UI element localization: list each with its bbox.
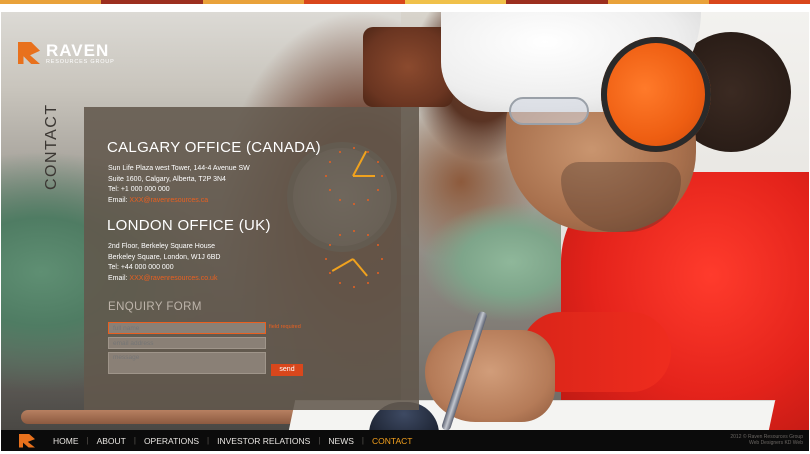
clock-tick	[367, 282, 369, 285]
clock-tick	[339, 150, 341, 153]
stripe-segment	[202, 0, 304, 4]
valve-image	[363, 27, 453, 107]
clock-minute-hand	[353, 175, 375, 177]
nav-item-investor-relations[interactable]: INVESTOR RELATIONS	[209, 436, 318, 446]
bottom-navigation: HOME | ABOUT | OPERATIONS | INVESTOR RELATIONS…	[1, 430, 809, 451]
stripe-segment	[101, 0, 203, 4]
clock-tick	[339, 282, 341, 285]
required-field-note: field required	[269, 324, 301, 330]
logo-subtitle: RESOURCES GROUP	[46, 59, 115, 65]
clock-tick	[328, 161, 331, 163]
clock-tick	[377, 244, 380, 246]
london-email-row: Email: XXX@ravenresources.co.uk	[108, 274, 220, 285]
stripe-segment	[607, 0, 709, 4]
calgary-tel: Tel: +1 000 000 000	[108, 186, 170, 194]
raven-logo-icon	[18, 42, 40, 64]
london-office-title: LONDON OFFICE (UK)	[107, 217, 271, 234]
clock-tick	[367, 199, 369, 202]
stripe-segment	[506, 0, 608, 4]
calgary-email-label: Email:	[108, 196, 128, 204]
clock-minute-hand	[352, 258, 368, 277]
clock-tick	[325, 175, 327, 177]
clock-tick	[377, 161, 380, 163]
clock-tick	[328, 244, 331, 246]
nav-item-contact[interactable]: CONTACT	[364, 436, 420, 446]
top-color-stripe	[0, 0, 810, 4]
clock-tick	[381, 258, 383, 260]
clock-tick	[339, 233, 341, 236]
london-email-label: Email:	[108, 274, 128, 282]
email-address-input[interactable]	[108, 337, 266, 349]
london-clock-icon	[322, 227, 386, 291]
footer-credit: 2012 © Raven Resources Group Web Designe…	[730, 434, 803, 446]
full-name-input[interactable]	[108, 322, 266, 334]
nav-item-about[interactable]: ABOUT	[89, 436, 134, 446]
clock-tick	[377, 189, 380, 191]
clock-tick	[353, 286, 355, 288]
stripe-segment	[0, 0, 102, 4]
clock-tick	[353, 230, 355, 232]
calgary-office-title: CALGARY OFFICE (CANADA)	[107, 139, 321, 156]
nav-menu: HOME | ABOUT | OPERATIONS | INVESTOR RELATIONS…	[45, 436, 420, 446]
send-button[interactable]: send	[271, 364, 303, 376]
clock-tick	[353, 203, 355, 205]
calgary-address-line2: Suite 1600, Calgary, Alberta, T2P 3N4	[108, 175, 226, 183]
worker-hand	[425, 330, 555, 422]
nav-item-news[interactable]: NEWS	[320, 436, 362, 446]
calgary-office-details: Sun Life Plaza west Tower, 144-4 Avenue …	[108, 164, 250, 206]
clock-tick	[381, 175, 383, 177]
calgary-email-link[interactable]: XXX@ravenresources.ca	[129, 197, 208, 204]
london-address-line1: 2nd Floor, Berkeley Square House	[108, 243, 216, 250]
london-tel: Tel: +44 000 000 000	[108, 264, 174, 272]
stripe-segment	[708, 0, 810, 4]
hero-frame: RAVEN RESOURCES GROUP CONTACT CALGARY OF…	[1, 12, 809, 430]
raven-logo-icon[interactable]	[19, 434, 35, 448]
contact-panel: CALGARY OFFICE (CANADA) Sun Life Plaza w…	[84, 107, 419, 410]
clock-tick	[353, 147, 355, 149]
london-email-link[interactable]: XXX@ravenresources.co.uk	[129, 275, 217, 282]
pipe-image	[21, 410, 321, 424]
calgary-clock-icon	[322, 144, 386, 208]
calgary-email-row: Email: XXX@ravenresources.ca	[108, 196, 250, 207]
contact-vertical-heading: CONTACT	[43, 103, 60, 190]
clock-tick	[367, 150, 369, 153]
nav-item-home[interactable]: HOME	[45, 436, 87, 446]
logo[interactable]: RAVEN RESOURCES GROUP	[18, 42, 115, 66]
clock-tick	[339, 199, 341, 202]
london-address-line2: Berkeley Square, London, W1J 6BD	[108, 253, 221, 261]
stripe-segment	[405, 0, 507, 4]
safety-glasses-image	[509, 97, 589, 125]
logo-text: RAVEN RESOURCES GROUP	[46, 42, 115, 66]
clock-hour-hand	[331, 258, 354, 272]
message-textarea[interactable]	[108, 352, 266, 374]
clock-tick	[328, 272, 331, 274]
clock-tick	[377, 272, 380, 274]
london-office-details: 2nd Floor, Berkeley Square House Berkele…	[108, 242, 220, 284]
clock-tick	[328, 189, 331, 191]
nav-item-operations[interactable]: OPERATIONS	[136, 436, 207, 446]
clock-tick	[367, 233, 369, 236]
enquiry-form-title: ENQUIRY FORM	[108, 301, 202, 313]
calgary-address-line1: Sun Life Plaza west Tower, 144-4 Avenue …	[108, 165, 250, 172]
logo-name: RAVEN	[46, 41, 110, 60]
stripe-segment	[303, 0, 405, 4]
designer-credit-text[interactable]: Web Designers KD Web	[730, 440, 803, 446]
ear-protector-image	[601, 37, 711, 152]
clock-hour-hand	[352, 150, 368, 177]
clock-tick	[325, 258, 327, 260]
